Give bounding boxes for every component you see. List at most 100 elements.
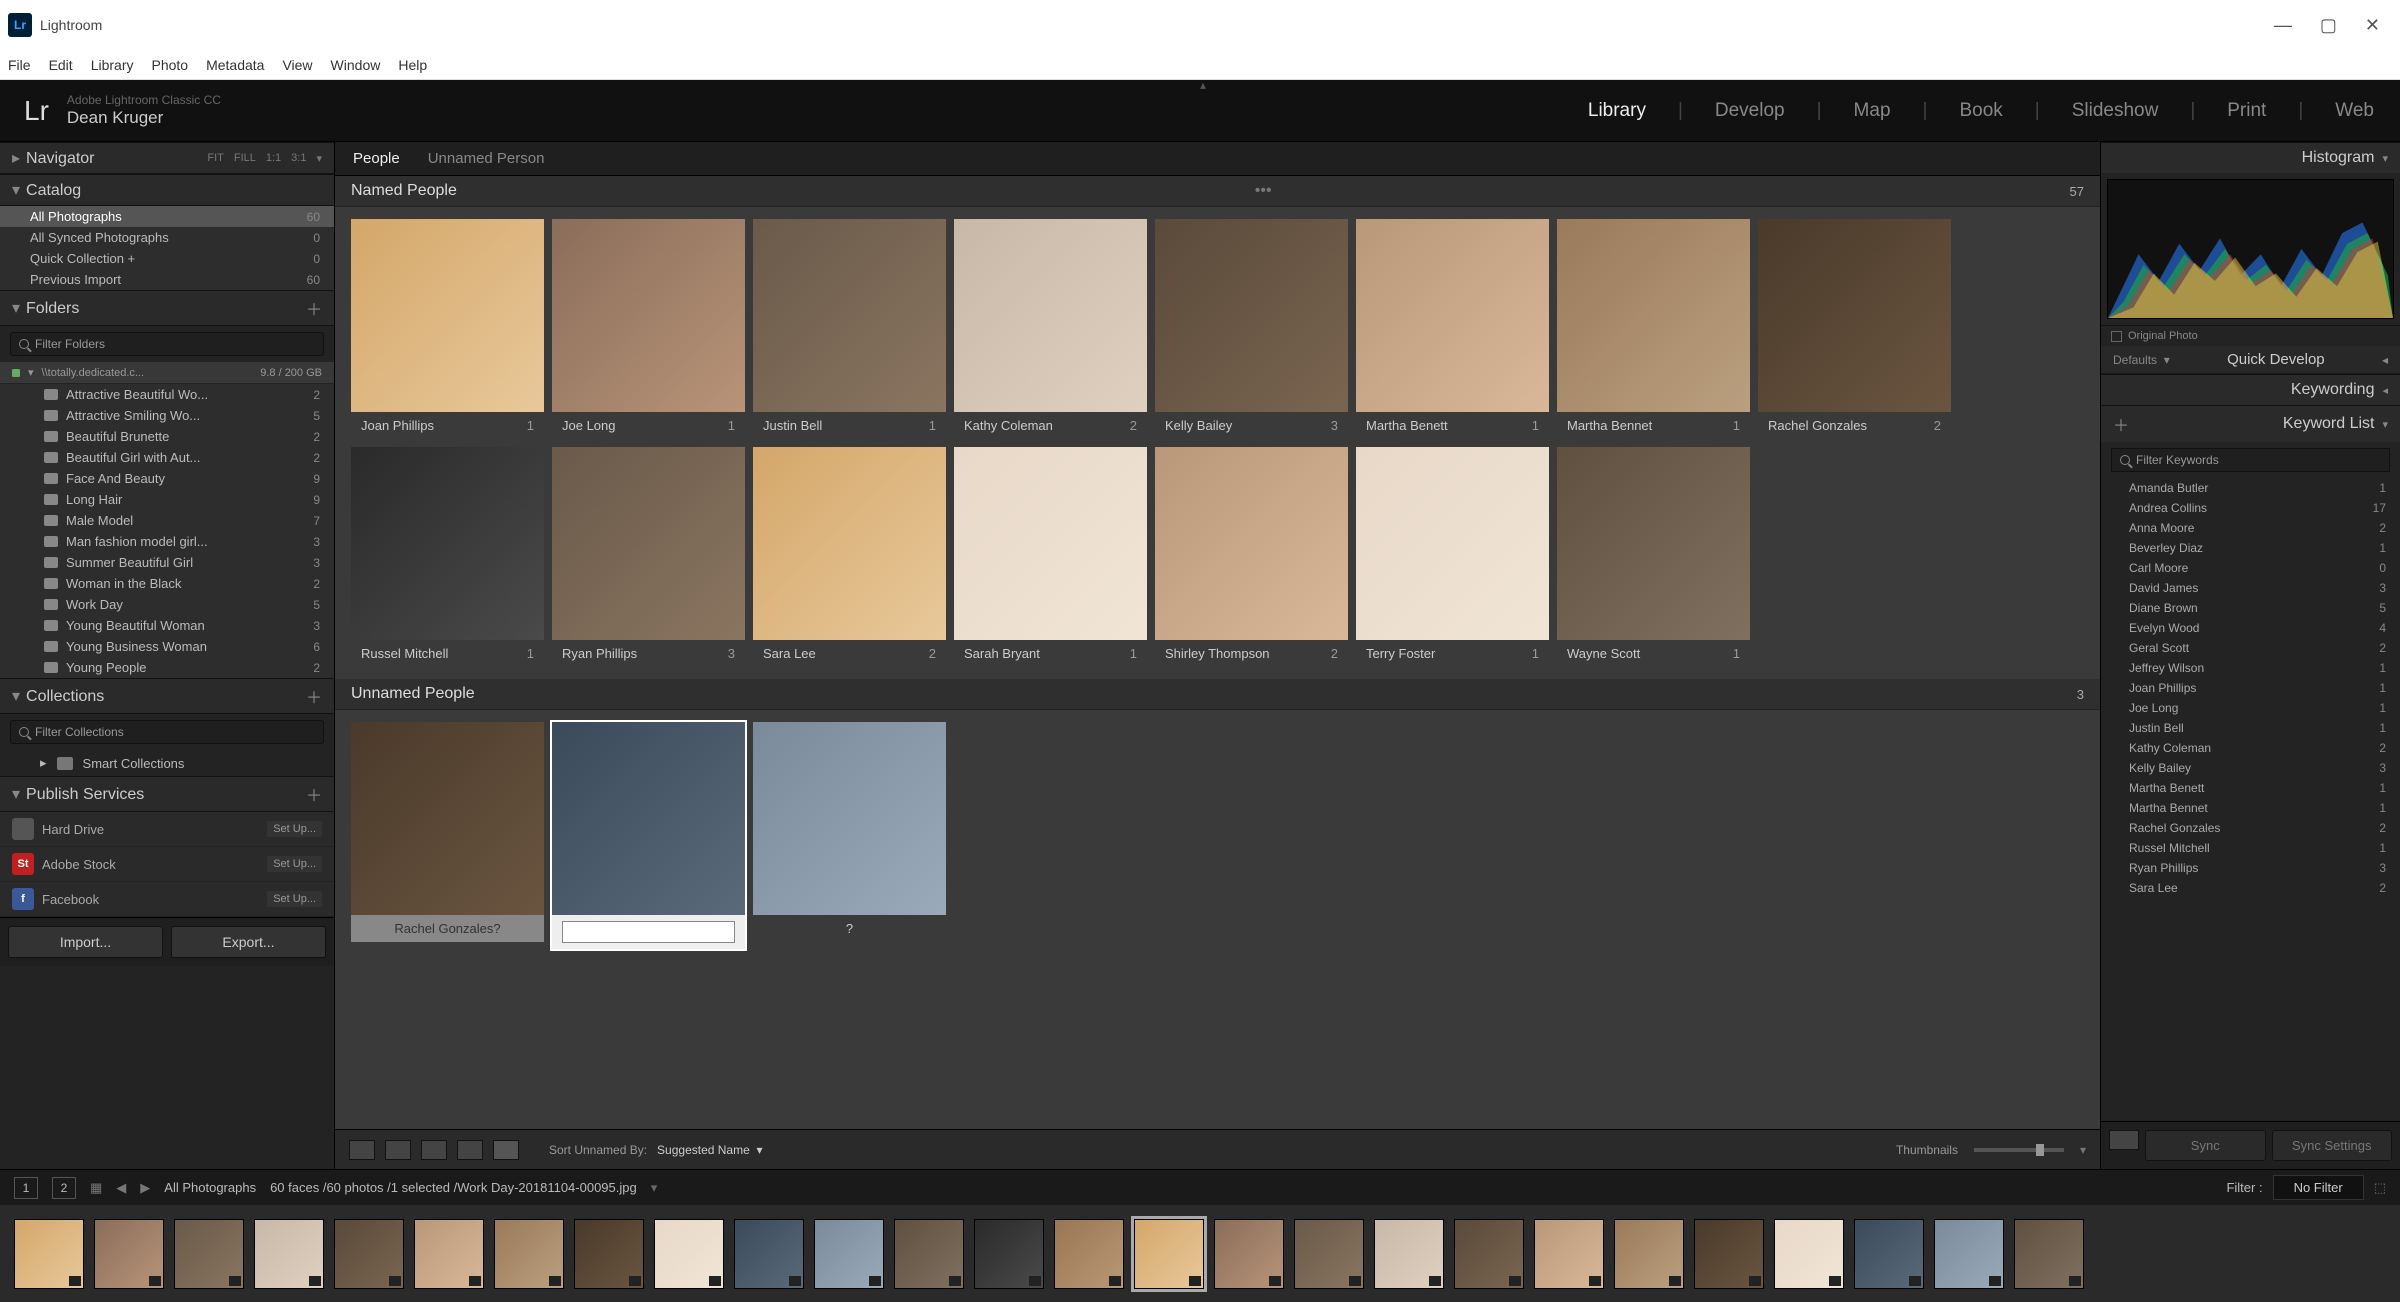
keywording-header[interactable]: Keywording◂	[2101, 374, 2400, 405]
filter-dropdown[interactable]: No Filter	[2273, 1175, 2364, 1200]
filmstrip-thumbnail[interactable]	[574, 1219, 644, 1289]
nav-mode-1:1[interactable]: 1:1	[266, 152, 281, 164]
folder-item[interactable]: Young Beautiful Woman3	[0, 615, 334, 636]
publish-service[interactable]: StAdobe StockSet Up...	[0, 847, 334, 882]
filmstrip-thumbnail[interactable]	[174, 1219, 244, 1289]
catalog-header[interactable]: ▾Catalog	[0, 174, 334, 206]
person-card[interactable]: Russel Mitchell1	[351, 447, 544, 667]
keyword-row[interactable]: Sara Lee2	[2101, 878, 2400, 898]
catalog-item[interactable]: All Photographs60	[0, 206, 334, 227]
filmstrip-thumbnail[interactable]	[1854, 1219, 1924, 1289]
unnamed-card[interactable]: ?	[753, 722, 946, 949]
keyword-row[interactable]: Justin Bell1	[2101, 718, 2400, 738]
menu-file[interactable]: File	[8, 57, 31, 73]
menu-window[interactable]: Window	[331, 57, 381, 73]
keyword-row[interactable]: Evelyn Wood4	[2101, 618, 2400, 638]
menu-help[interactable]: Help	[398, 57, 427, 73]
module-book[interactable]: Book	[1957, 100, 2004, 122]
filmstrip-thumbnail[interactable]	[1374, 1219, 1444, 1289]
folder-item[interactable]: Attractive Smiling Wo...5	[0, 405, 334, 426]
secondary-display-2[interactable]: 2	[52, 1177, 76, 1199]
folder-item[interactable]: Summer Beautiful Girl3	[0, 552, 334, 573]
filter-lock-icon[interactable]: ⬚	[2374, 1180, 2386, 1196]
nav-back-icon[interactable]: ◀	[116, 1180, 126, 1196]
setup-button[interactable]: Set Up...	[267, 891, 322, 907]
grid-icon[interactable]: ▦	[90, 1180, 102, 1196]
filmstrip-thumbnail[interactable]	[1614, 1219, 1684, 1289]
loupe-view-icon[interactable]	[385, 1140, 411, 1160]
nav-mode-FIT[interactable]: FIT	[207, 152, 224, 164]
keyword-row[interactable]: Joan Phillips1	[2101, 678, 2400, 698]
filmstrip-thumbnail[interactable]	[14, 1219, 84, 1289]
folder-item[interactable]: Long Hair9	[0, 489, 334, 510]
export-button[interactable]: Export...	[171, 926, 326, 958]
person-card[interactable]: Justin Bell1	[753, 219, 946, 439]
keyword-row[interactable]: Martha Bennet1	[2101, 798, 2400, 818]
person-card[interactable]: Martha Benett1	[1356, 219, 1549, 439]
keyword-filter-input[interactable]: Filter Keywords	[2111, 448, 2390, 472]
name-input[interactable]	[562, 921, 735, 943]
tab-people[interactable]: People	[353, 150, 400, 167]
collections-filter-input[interactable]: Filter Collections	[10, 720, 324, 744]
navigator-header[interactable]: ▸Navigator FITFILL1:13:1▾	[0, 142, 334, 174]
person-card[interactable]: Sarah Bryant1	[954, 447, 1147, 667]
filmstrip-thumbnail[interactable]	[1534, 1219, 1604, 1289]
quick-develop-toggle[interactable]: ◂	[2382, 353, 2388, 367]
keyword-row[interactable]: Joe Long1	[2101, 698, 2400, 718]
keyword-row[interactable]: David James3	[2101, 578, 2400, 598]
module-develop[interactable]: Develop	[1713, 100, 1787, 122]
menu-library[interactable]: Library	[91, 57, 134, 73]
setup-button[interactable]: Set Up...	[267, 821, 322, 837]
survey-view-icon[interactable]	[457, 1140, 483, 1160]
folders-header[interactable]: ▾Folders ＋	[0, 290, 334, 326]
catalog-item[interactable]: Previous Import60	[0, 269, 334, 290]
keyword-row[interactable]: Russel Mitchell1	[2101, 838, 2400, 858]
module-library[interactable]: Library	[1586, 100, 1648, 122]
person-card[interactable]: Terry Foster1	[1356, 447, 1549, 667]
compare-view-icon[interactable]	[421, 1140, 447, 1160]
tab-unnamed-person[interactable]: Unnamed Person	[428, 150, 545, 167]
filmstrip-thumbnail[interactable]	[2014, 1219, 2084, 1289]
menu-metadata[interactable]: Metadata	[206, 57, 264, 73]
filmstrip-thumbnail[interactable]	[1694, 1219, 1764, 1289]
thumbnail-slider[interactable]	[1974, 1148, 2064, 1152]
person-card[interactable]: Rachel Gonzales2	[1758, 219, 1951, 439]
keyword-row[interactable]: Jeffrey Wilson1	[2101, 658, 2400, 678]
maximize-icon[interactable]: ▢	[2320, 15, 2337, 36]
keyword-row[interactable]: Martha Benett1	[2101, 778, 2400, 798]
module-map[interactable]: Map	[1852, 100, 1893, 122]
nav-mode-3:1[interactable]: 3:1	[291, 152, 306, 164]
named-people-header[interactable]: Named People ••• 57	[335, 176, 2100, 207]
folder-item[interactable]: Man fashion model girl...3	[0, 531, 334, 552]
person-card[interactable]: Martha Bennet1	[1557, 219, 1750, 439]
unnamed-people-header[interactable]: Unnamed People 3	[335, 679, 2100, 710]
keyword-row[interactable]: Kelly Bailey3	[2101, 758, 2400, 778]
secondary-display-1[interactable]: 1	[14, 1177, 38, 1199]
person-card[interactable]: Joan Phillips1	[351, 219, 544, 439]
keyword-row[interactable]: Geral Scott2	[2101, 638, 2400, 658]
folder-item[interactable]: Beautiful Brunette2	[0, 426, 334, 447]
collections-header[interactable]: ▾Collections ＋	[0, 678, 334, 714]
setup-button[interactable]: Set Up...	[267, 856, 322, 872]
folder-filter-input[interactable]: Filter Folders	[10, 332, 324, 356]
minimize-icon[interactable]: —	[2274, 15, 2292, 36]
filmstrip-thumbnail[interactable]	[254, 1219, 324, 1289]
publish-header[interactable]: ▾Publish Services ＋	[0, 776, 334, 812]
sync-toggle-icon[interactable]	[2109, 1130, 2139, 1150]
close-icon[interactable]: ✕	[2365, 15, 2380, 36]
keyword-row[interactable]: Anna Moore2	[2101, 518, 2400, 538]
person-card[interactable]: Shirley Thompson2	[1155, 447, 1348, 667]
person-card[interactable]: Sara Lee2	[753, 447, 946, 667]
people-view-icon[interactable]	[493, 1140, 519, 1160]
keyword-row[interactable]: Rachel Gonzales2	[2101, 818, 2400, 838]
catalog-item[interactable]: Quick Collection +0	[0, 248, 334, 269]
filmstrip-thumbnail[interactable]	[974, 1219, 1044, 1289]
keyword-row[interactable]: Kathy Coleman2	[2101, 738, 2400, 758]
unnamed-card[interactable]: Rachel Gonzales?	[351, 722, 544, 949]
defaults-dropdown[interactable]: Defaults ▾	[2113, 353, 2170, 367]
filmstrip-thumbnail[interactable]	[734, 1219, 804, 1289]
import-button[interactable]: Import...	[8, 926, 163, 958]
filmstrip-thumbnail[interactable]	[1934, 1219, 2004, 1289]
filmstrip-thumbnail[interactable]	[654, 1219, 724, 1289]
filmstrip-thumbnail[interactable]	[334, 1219, 404, 1289]
